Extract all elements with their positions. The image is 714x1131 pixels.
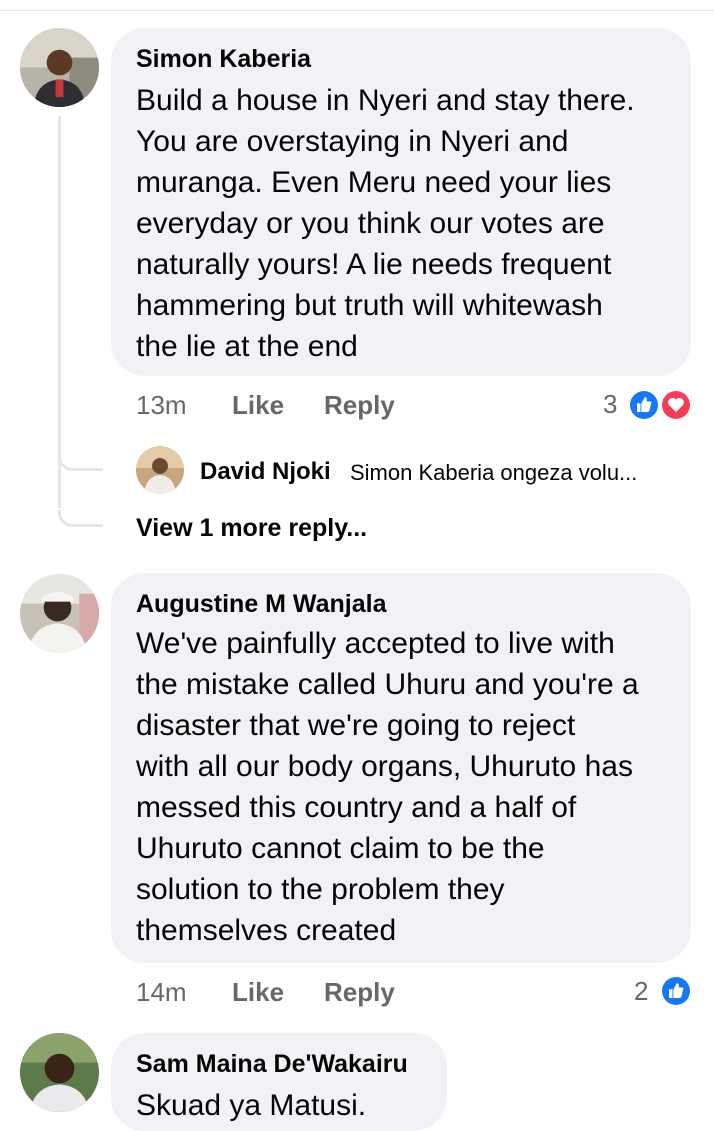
- like-icon[interactable]: [628, 389, 660, 421]
- view-more-replies-link[interactable]: View 1 more reply...: [136, 514, 367, 543]
- comment-text: We've painfully accepted to live with th…: [136, 623, 639, 951]
- comment-line: disaster that we're going to reject: [136, 709, 576, 742]
- comment-line: naturally yours! A lie needs frequent: [136, 248, 612, 281]
- comment-timestamp[interactable]: 13m: [136, 390, 187, 421]
- top-divider: [0, 10, 714, 11]
- thread-branch: [58, 454, 103, 471]
- comment-author[interactable]: Simon Kaberia: [136, 44, 311, 74]
- comment-bubble: Augustine M Wanjala We've painfully acce…: [111, 573, 691, 963]
- reaction-count[interactable]: 2: [634, 976, 648, 1007]
- comment-line: hammering but truth will whitewash: [136, 289, 603, 322]
- comment-author[interactable]: Sam Maina De'Wakairu: [136, 1049, 408, 1079]
- reply-author[interactable]: David Njoki: [200, 458, 331, 486]
- comment-bubble: Sam Maina De'Wakairu Skuad ya Matusi.: [111, 1033, 447, 1131]
- reply-button[interactable]: Reply: [324, 390, 395, 421]
- avatar[interactable]: [20, 28, 99, 107]
- comment-line: solution to the problem they: [136, 873, 505, 906]
- comment-text: Build a house in Nyeri and stay there. Y…: [136, 80, 635, 367]
- comment-text: Skuad ya Matusi.: [136, 1085, 366, 1126]
- comment-line: with all our body organs, Uhuruto has: [136, 750, 633, 783]
- comment-line: Build a house in Nyeri and stay there.: [136, 84, 635, 117]
- like-button[interactable]: Like: [232, 390, 284, 421]
- comment-line: everyday or you think our votes are: [136, 207, 605, 240]
- comment-line: muranga. Even Meru need your lies: [136, 166, 612, 199]
- comment-timestamp[interactable]: 14m: [136, 977, 187, 1008]
- comment-bubble: Simon Kaberia Build a house in Nyeri and…: [111, 28, 691, 376]
- comment-line: Uhuruto cannot claim to be the: [136, 832, 545, 865]
- love-icon[interactable]: [660, 389, 692, 421]
- avatar[interactable]: [20, 574, 99, 653]
- comment-line: You are overstaying in Nyeri and: [136, 125, 569, 158]
- comment-line: We've painfully accepted to live with: [136, 627, 615, 660]
- comment-line: the mistake called Uhuru and you're a: [136, 668, 639, 701]
- reply-button[interactable]: Reply: [324, 977, 395, 1008]
- like-icon[interactable]: [660, 975, 692, 1007]
- reply-preview[interactable]: Simon Kaberia ongeza volu...: [350, 460, 637, 486]
- avatar[interactable]: [20, 1033, 99, 1112]
- comment-line: Skuad ya Matusi.: [136, 1089, 367, 1122]
- comment-author[interactable]: Augustine M Wanjala: [136, 589, 386, 619]
- like-button[interactable]: Like: [232, 977, 284, 1008]
- thread-branch: [58, 510, 103, 527]
- avatar[interactable]: [136, 446, 184, 494]
- comment-line: messed this country and a half of: [136, 791, 577, 824]
- comment-line: the lie at the end: [136, 330, 358, 363]
- comment-line: themselves created: [136, 914, 397, 947]
- reaction-count[interactable]: 3: [603, 389, 617, 420]
- thread-line: [58, 116, 61, 508]
